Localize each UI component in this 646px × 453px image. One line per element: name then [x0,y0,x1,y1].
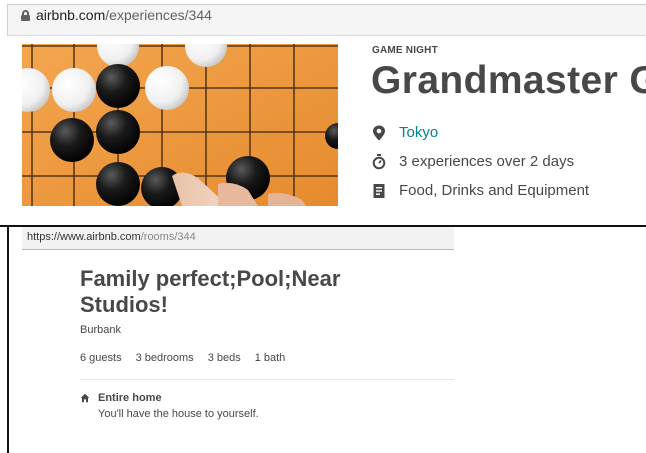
location-link[interactable]: Tokyo [399,124,438,142]
guests-count: 6 guests [80,352,122,364]
schedule-text: 3 experiences over 2 days [399,153,575,170]
experience-category: GAME NIGHT [372,45,438,56]
beds-count: 3 beds [207,352,241,364]
go-board-photo [22,44,338,206]
listing-city[interactable]: Burbank [80,324,121,336]
address-url[interactable]: airbnb.com/experiences/344 [36,7,212,23]
home-icon [80,393,90,403]
receipt-icon [373,184,385,198]
lock-icon [21,10,30,21]
section-divider [80,379,454,380]
address-bar[interactable]: https://www.airbnb.com/rooms/344 [22,227,454,250]
home-type-description: You'll have the house to yourself. [98,408,259,420]
baths-count: 1 bath [254,352,286,364]
experience-screenshot: airbnb.com/experiences/344 GAME NIGHT Gr… [0,0,646,226]
includes-text: Food, Drinks and Equipment [399,182,590,199]
address-url[interactable]: https://www.airbnb.com/rooms/344 [27,231,196,243]
bedrooms-count: 3 bedrooms [135,352,194,364]
home-type-title: Entire home [98,392,162,404]
listing-title: Family perfect;Pool;Near Studios! [80,266,341,317]
experience-title: Grandmaster G [371,59,646,102]
listing-facts: 6 guests 3 bedrooms 3 beds 1 bath [80,352,299,364]
frame-border [7,227,9,453]
location-pin-icon [373,125,385,141]
stopwatch-icon [372,154,386,170]
